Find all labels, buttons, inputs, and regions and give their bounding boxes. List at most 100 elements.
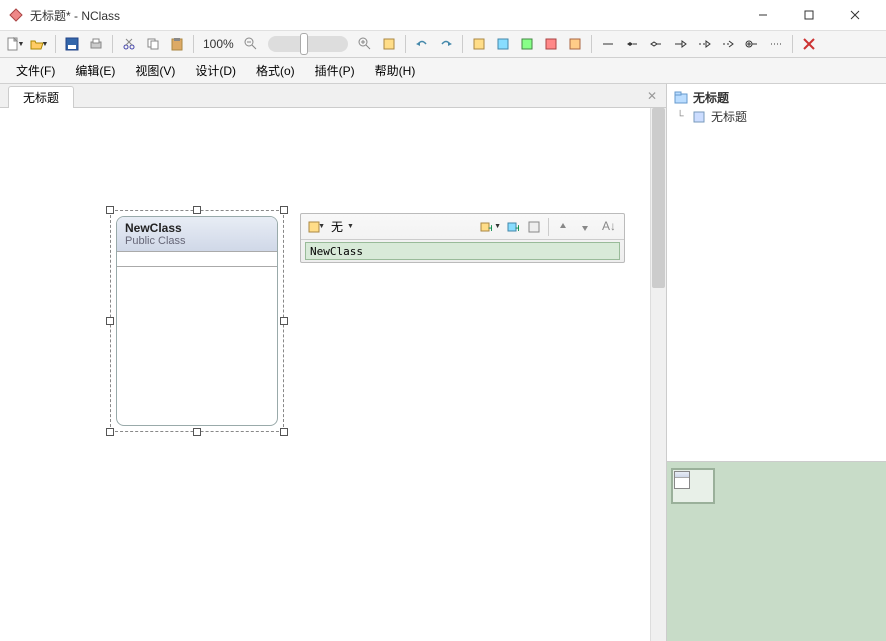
zoom-value[interactable]: 100% <box>199 37 238 51</box>
fit-button[interactable] <box>378 33 400 55</box>
selection-frame[interactable]: NewClass Public Class <box>104 204 290 438</box>
association-button[interactable] <box>597 33 619 55</box>
struct-tool-button[interactable] <box>540 33 562 55</box>
tab-close-button[interactable]: ✕ <box>644 88 660 104</box>
dependency-button[interactable] <box>717 33 739 55</box>
menu-file[interactable]: 文件(F) <box>6 58 65 83</box>
toolbar-separator <box>55 35 56 53</box>
right-panel: 无标题 └ 无标题 <box>666 84 886 641</box>
undo-button[interactable] <box>411 33 433 55</box>
diagram-icon <box>691 109 707 125</box>
minimap-class-thumbnail <box>674 471 690 489</box>
class-section-divider <box>117 266 277 267</box>
tree-root-label: 无标题 <box>693 89 729 106</box>
resize-handle-ne[interactable] <box>280 206 288 214</box>
dropdown-arrow-icon: ▼ <box>18 41 25 48</box>
diagram-tab[interactable]: 无标题 <box>8 86 74 108</box>
zoom-in-button[interactable] <box>354 33 376 55</box>
sort-up-button[interactable] <box>552 216 574 238</box>
add-method-button[interactable]: + <box>501 216 523 238</box>
paste-button[interactable] <box>166 33 188 55</box>
resize-handle-s[interactable] <box>193 428 201 436</box>
maximize-button[interactable] <box>786 0 832 30</box>
nesting-button[interactable] <box>741 33 763 55</box>
scrollbar-thumb[interactable] <box>652 108 665 288</box>
composition-button[interactable] <box>621 33 643 55</box>
class-tool-button[interactable] <box>468 33 490 55</box>
resize-handle-w[interactable] <box>106 317 114 325</box>
resize-handle-n[interactable] <box>193 206 201 214</box>
resize-handle-sw[interactable] <box>106 428 114 436</box>
menu-view[interactable]: 视图(V) <box>125 58 185 83</box>
window-controls <box>740 0 878 30</box>
main-area: 无标题 ✕ NewClass <box>0 84 886 641</box>
window-title: 无标题* - NClass <box>30 7 740 24</box>
project-tree[interactable]: 无标题 └ 无标题 <box>667 84 886 461</box>
vertical-scrollbar[interactable] <box>650 108 666 641</box>
open-button[interactable]: ▼ <box>28 33 50 55</box>
new-button[interactable]: ▼ <box>4 33 26 55</box>
comment-relation-button[interactable] <box>765 33 787 55</box>
sort-down-button[interactable] <box>574 216 596 238</box>
access-modifier-label[interactable]: 无 <box>331 218 343 235</box>
tree-child-label: 无标题 <box>711 108 747 125</box>
zoom-out-button[interactable] <box>240 33 262 55</box>
zoom-slider[interactable] <box>268 36 348 52</box>
canvas-container: 无标题 ✕ NewClass <box>0 84 666 641</box>
toolbar-separator <box>462 35 463 53</box>
dropdown-arrow-icon: ▼ <box>42 41 49 48</box>
toolbar-separator <box>792 35 793 53</box>
class-header[interactable]: NewClass Public Class <box>117 217 277 252</box>
copy-button[interactable] <box>142 33 164 55</box>
zoom-slider-thumb[interactable] <box>300 33 308 55</box>
project-icon <box>673 90 689 106</box>
realization-button[interactable] <box>693 33 715 55</box>
toolbar-separator <box>112 35 113 53</box>
canvas[interactable]: NewClass Public Class ▼ 无 <box>0 108 666 641</box>
menu-design[interactable]: 设计(D) <box>185 58 246 83</box>
tab-strip: 无标题 ✕ <box>0 84 666 108</box>
delete-button[interactable] <box>798 33 820 55</box>
member-toolbar-header: ▼ 无 ▼ + ▼ + A↓ <box>301 214 624 240</box>
svg-text:+: + <box>488 221 492 234</box>
toolbar-separator <box>193 35 194 53</box>
sort-alpha-button[interactable]: A↓ <box>596 216 618 238</box>
add-property-button[interactable] <box>523 216 545 238</box>
class-type-label: Public Class <box>125 235 269 247</box>
save-button[interactable] <box>61 33 83 55</box>
resize-handle-se[interactable] <box>280 428 288 436</box>
interface-tool-button[interactable] <box>492 33 514 55</box>
tree-root-item[interactable]: 无标题 <box>671 88 882 107</box>
dropdown-arrow-icon[interactable]: ▼ <box>347 223 354 230</box>
menu-format[interactable]: 格式(o) <box>246 58 305 83</box>
member-name-row <box>301 240 624 262</box>
svg-text:+: + <box>515 221 519 234</box>
dropdown-arrow-icon[interactable]: ▼ <box>494 223 501 230</box>
resize-handle-e[interactable] <box>280 317 288 325</box>
class-name-label: NewClass <box>125 221 269 235</box>
menu-edit[interactable]: 编辑(E) <box>65 58 125 83</box>
menu-plugin[interactable]: 插件(P) <box>305 58 365 83</box>
generalization-button[interactable] <box>669 33 691 55</box>
print-button[interactable] <box>85 33 107 55</box>
aggregation-button[interactable] <box>645 33 667 55</box>
svg-text:A↓: A↓ <box>602 220 614 233</box>
add-field-button[interactable]: + <box>474 216 496 238</box>
close-button[interactable] <box>832 0 878 30</box>
minimap[interactable] <box>667 461 886 641</box>
enum-tool-button[interactable] <box>516 33 538 55</box>
cut-button[interactable] <box>118 33 140 55</box>
minimize-button[interactable] <box>740 0 786 30</box>
menu-help[interactable]: 帮助(H) <box>365 58 426 83</box>
canvas-viewport[interactable]: NewClass Public Class ▼ 无 <box>0 108 666 641</box>
tree-child-item[interactable]: └ 无标题 <box>671 107 882 126</box>
titlebar: 无标题* - NClass <box>0 0 886 30</box>
member-editor-toolbar[interactable]: ▼ 无 ▼ + ▼ + A↓ <box>300 213 625 263</box>
member-name-input[interactable] <box>305 242 620 260</box>
redo-button[interactable] <box>435 33 457 55</box>
menubar: 文件(F) 编辑(E) 视图(V) 设计(D) 格式(o) 插件(P) 帮助(H… <box>0 58 886 84</box>
class-box[interactable]: NewClass Public Class <box>116 216 278 426</box>
resize-handle-nw[interactable] <box>106 206 114 214</box>
delegate-tool-button[interactable] <box>564 33 586 55</box>
access-modifier-icon[interactable]: ▼ <box>307 218 325 236</box>
